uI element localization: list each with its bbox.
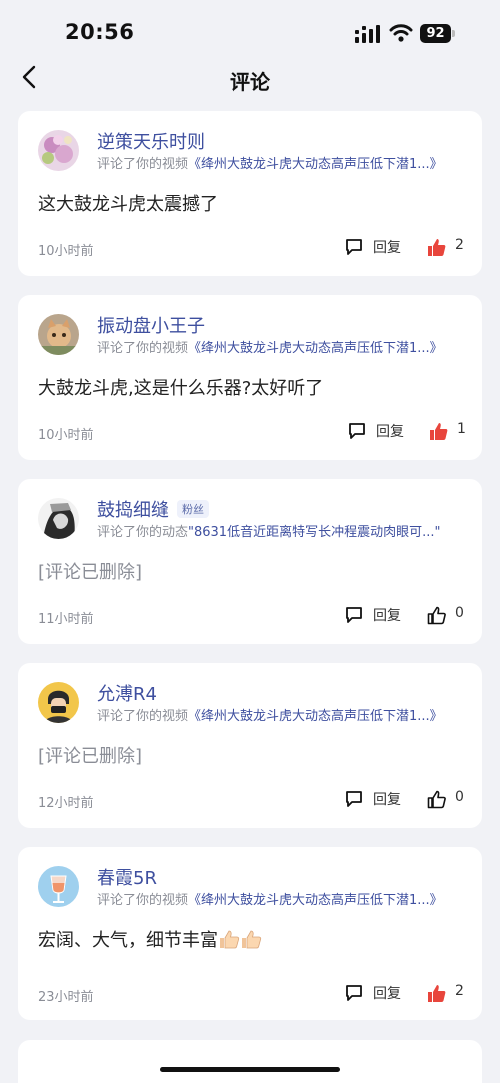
reply-button[interactable]: 回复	[345, 789, 405, 811]
user-name[interactable]: 春霞5R	[97, 864, 157, 890]
activity-line: 评论了你的视频《绛州大鼓龙斗虎大动态高声压低下潜1...》	[97, 705, 443, 724]
comment-card[interactable]: 振动盘小王子 评论了你的视频《绛州大鼓龙斗虎大动态高声压低下潜1...》 大鼓龙…	[18, 295, 482, 460]
speech-bubble-icon	[349, 423, 365, 439]
user-name-text[interactable]: 鼓捣细缝	[97, 500, 169, 521]
thumbs-up-icon	[428, 985, 446, 1002]
video-link[interactable]: 《绛州大鼓龙斗虎大动态高声压低下潜1...》	[188, 341, 443, 356]
video-link[interactable]: 《绛州大鼓龙斗虎大动态高声压低下潜1...》	[188, 157, 443, 172]
user-name[interactable]: 振动盘小王子	[97, 312, 205, 338]
like-count: 0	[455, 605, 464, 621]
reply-button[interactable]: 回复	[345, 237, 405, 259]
battery-level: 92	[420, 24, 451, 43]
page-title: 评论	[230, 70, 270, 94]
comment-text: 宏阔、大气，细节丰富	[38, 926, 262, 952]
activity-prefix: 评论了你的视频	[97, 893, 189, 908]
nav-bar: 评论	[0, 58, 500, 100]
like-button[interactable]: 2	[427, 983, 467, 1005]
user-name-text[interactable]: 振动盘小王子	[97, 316, 205, 337]
thumbs-up-icon	[427, 790, 446, 809]
speech-bubble-icon	[346, 985, 362, 1001]
user-name[interactable]: 逆策天乐时则	[97, 128, 205, 154]
like-button[interactable]: 2	[427, 237, 467, 259]
thumbs-up-emoji-icon	[242, 930, 262, 949]
user-name-text[interactable]: 允溥R4	[97, 684, 157, 705]
activity-prefix: 评论了你的视频	[97, 709, 189, 724]
comment-time: 10小时前	[38, 244, 94, 259]
comment-time: 10小时前	[38, 428, 94, 443]
comment-card[interactable]: 允溥R4 评论了你的视频《绛州大鼓龙斗虎大动态高声压低下潜1...》 [评论已删…	[18, 663, 482, 828]
comment-text-content: 宏阔、大气，细节丰富	[38, 930, 218, 951]
thumbs-up-icon	[428, 239, 446, 256]
reply-button[interactable]: 回复	[345, 605, 405, 627]
reply-label: 回复	[373, 608, 401, 624]
battery-indicator: 92	[420, 24, 456, 43]
video-link[interactable]: 《绛州大鼓龙斗虎大动态高声压低下潜1...》	[188, 893, 443, 908]
activity-line: 评论了你的视频《绛州大鼓龙斗虎大动态高声压低下潜1...》	[97, 337, 443, 356]
comment-deleted-text: [评论已删除]	[38, 746, 143, 767]
comment-card-partial[interactable]	[18, 1040, 482, 1083]
reply-label: 回复	[373, 792, 401, 808]
comment-card[interactable]: 鼓捣细缝 粉丝 评论了你的动态"8631低音近距离特写长冲程震动肉眼可..." […	[18, 479, 482, 644]
activity-line: 评论了你的视频《绛州大鼓龙斗虎大动态高声压低下潜1...》	[97, 889, 443, 908]
like-count: 2	[455, 983, 464, 999]
status-time: 20:56	[65, 20, 135, 44]
speech-bubble-icon	[346, 607, 362, 623]
user-name[interactable]: 鼓捣细缝 粉丝	[97, 496, 209, 522]
user-name-text[interactable]: 逆策天乐时则	[97, 132, 205, 153]
comment-time: 23小时前	[38, 990, 94, 1005]
avatar[interactable]	[38, 866, 79, 907]
comment-time: 12小时前	[38, 796, 94, 811]
wifi-icon	[389, 24, 413, 42]
comment-time: 11小时前	[38, 612, 94, 627]
thumbs-up-icon	[430, 423, 448, 440]
avatar[interactable]	[38, 130, 79, 171]
cellular-signal-icon	[355, 25, 380, 43]
speech-bubble-icon	[346, 239, 362, 255]
home-indicator[interactable]	[160, 1067, 340, 1072]
like-count: 0	[455, 789, 464, 805]
status-bar: 20:56 92	[0, 0, 500, 60]
speech-bubble-icon	[346, 791, 362, 807]
post-link[interactable]: "8631低音近距离特写长冲程震动肉眼可..."	[188, 525, 440, 540]
like-button[interactable]: 0	[427, 605, 467, 627]
thumbs-up-icon	[427, 606, 446, 625]
fan-badge: 粉丝	[177, 500, 209, 518]
reply-label: 回复	[373, 240, 401, 256]
like-count: 2	[455, 237, 464, 253]
video-link[interactable]: 《绛州大鼓龙斗虎大动态高声压低下潜1...》	[188, 709, 443, 724]
avatar[interactable]	[38, 682, 79, 723]
reply-button[interactable]: 回复	[348, 421, 408, 443]
avatar[interactable]	[38, 498, 79, 539]
activity-line: 评论了你的视频《绛州大鼓龙斗虎大动态高声压低下潜1...》	[97, 153, 443, 172]
comment-text: 这大鼓龙斗虎太震撼了	[38, 194, 218, 215]
activity-prefix: 评论了你的动态	[97, 525, 189, 540]
like-count: 1	[457, 421, 466, 437]
comment-card[interactable]: 逆策天乐时则 评论了你的视频《绛州大鼓龙斗虎大动态高声压低下潜1...》 这大鼓…	[18, 111, 482, 276]
reply-label: 回复	[373, 986, 401, 1002]
comment-deleted-text: [评论已删除]	[38, 562, 143, 583]
reply-button[interactable]: 回复	[345, 983, 405, 1005]
avatar[interactable]	[38, 314, 79, 355]
comment-card[interactable]: 春霞5R 评论了你的视频《绛州大鼓龙斗虎大动态高声压低下潜1...》 宏阔、大气…	[18, 847, 482, 1020]
thumbs-up-emoji-icon	[220, 930, 240, 949]
activity-line: 评论了你的动态"8631低音近距离特写长冲程震动肉眼可..."	[97, 521, 440, 540]
user-name-text[interactable]: 春霞5R	[97, 868, 157, 889]
activity-prefix: 评论了你的视频	[97, 157, 189, 172]
user-name[interactable]: 允溥R4	[97, 680, 157, 706]
reply-label: 回复	[376, 424, 404, 440]
battery-tip	[452, 30, 455, 37]
like-button[interactable]: 0	[427, 789, 467, 811]
like-button[interactable]: 1	[429, 421, 469, 443]
activity-prefix: 评论了你的视频	[97, 341, 189, 356]
comment-text: 大鼓龙斗虎,这是什么乐器?太好听了	[38, 378, 324, 399]
